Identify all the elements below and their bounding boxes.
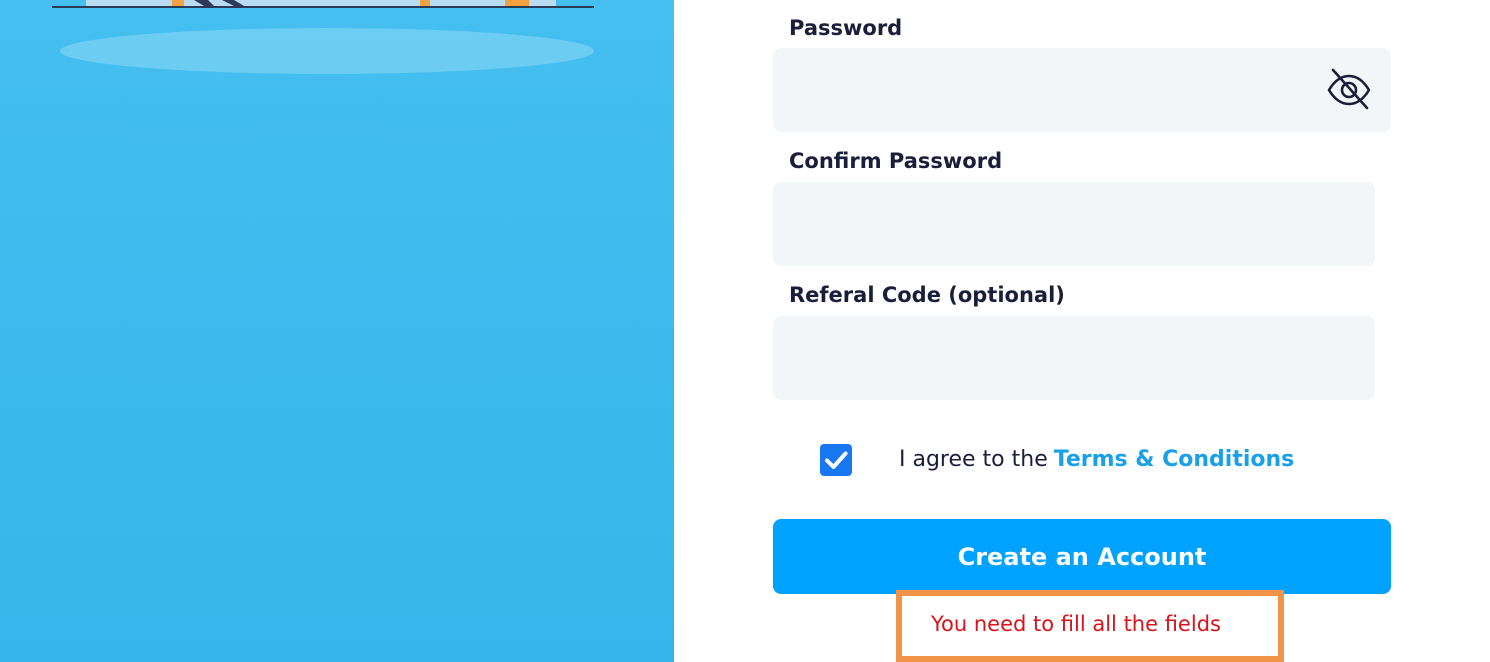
terms-link[interactable]: Terms & Conditions	[1054, 447, 1295, 472]
referral-code-label: Referal Code (optional)	[789, 283, 1065, 307]
password-label: Password	[789, 16, 903, 40]
confirm-password-label: Confirm Password	[789, 149, 1003, 173]
confirm-password-input[interactable]	[773, 182, 1375, 266]
eye-off-icon[interactable]	[1327, 68, 1371, 110]
referral-code-field-container	[773, 316, 1375, 400]
error-message-box: You need to fill all the fields	[896, 590, 1284, 662]
illustration-panel	[0, 0, 674, 662]
error-message: You need to fill all the fields	[931, 612, 1221, 636]
illustration-shadow	[60, 28, 594, 74]
create-account-button[interactable]: Create an Account	[773, 519, 1391, 594]
illustration-floor-line	[52, 6, 594, 8]
terms-agreement: I agree to the Terms & Conditions	[899, 444, 1294, 476]
terms-prefix: I agree to the	[899, 447, 1048, 472]
checkmark-icon	[825, 451, 848, 469]
referral-code-input[interactable]	[773, 316, 1375, 400]
password-field-container	[773, 48, 1391, 132]
confirm-password-field-container	[773, 182, 1375, 266]
password-input[interactable]	[773, 48, 1391, 132]
signup-page: Password Confirm Password Referal Code (…	[0, 0, 1490, 662]
signup-form: Password Confirm Password Referal Code (…	[773, 0, 1413, 662]
terms-checkbox[interactable]	[820, 444, 852, 476]
